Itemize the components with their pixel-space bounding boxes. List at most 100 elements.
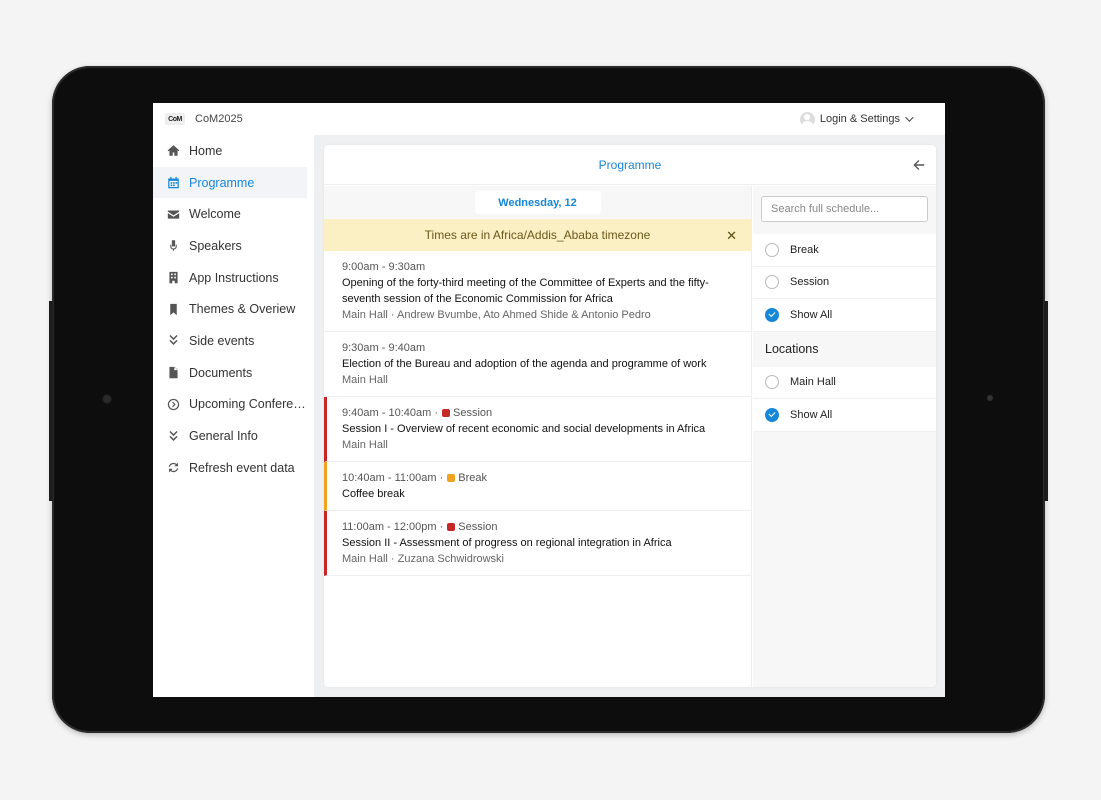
session-tag-dot <box>447 523 456 531</box>
app-title: CoM2025 <box>195 113 243 125</box>
building-icon <box>166 271 180 285</box>
arrow-circle-right-icon <box>166 397 180 411</box>
radio-unchecked-icon <box>765 275 779 290</box>
tab-wednesday-12[interactable]: Wednesday, 12 <box>474 191 601 214</box>
sidebar-item-themes[interactable]: Themes & Overiew <box>153 293 313 325</box>
filter-location-show-all[interactable]: Show All <box>753 399 936 432</box>
sidebar-item-label: App Instructions <box>189 270 279 285</box>
app-screen: CoM CoM2025 Login & Settings Home Progra… <box>153 103 945 697</box>
sidebar-item-upcoming-conferences[interactable]: Upcoming Conferences <box>153 389 313 421</box>
sidebar-item-welcome[interactable]: Welcome <box>153 198 313 230</box>
event-item[interactable]: 11:00am - 12:00pm · Session Session II -… <box>324 511 751 576</box>
event-tag: Break <box>458 472 488 484</box>
sidebar-item-label: Upcoming Conferences <box>189 397 307 412</box>
sidebar-item-documents[interactable]: Documents <box>153 357 313 389</box>
event-time-row: 11:00am - 12:00pm · Session <box>342 519 741 535</box>
sidebar: Home Programme Welcome Speakers App Inst… <box>153 135 313 697</box>
calendar-icon <box>166 176 180 190</box>
filter-label: Break <box>790 243 819 256</box>
filter-label: Show All <box>790 308 833 321</box>
sidebar-item-label: Home <box>189 143 223 158</box>
schedule-list: Wednesday, 12 Times are in Africa/Addis_… <box>324 186 752 687</box>
filter-label: Main Hall <box>790 376 836 389</box>
event-time: 9:30am - 9:40am <box>342 342 426 354</box>
locations-heading: Locations <box>765 342 819 356</box>
event-title: Session II - Assessment of progress on r… <box>342 537 672 549</box>
radio-unchecked-icon <box>765 242 779 257</box>
camera-icon <box>102 394 112 404</box>
sensor-icon <box>987 395 993 401</box>
event-item[interactable]: 9:00am - 9:30am Opening of the forty-thi… <box>324 251 751 332</box>
login-settings-label: Login & Settings <box>819 113 900 125</box>
home-icon <box>166 144 180 158</box>
day-tabs: Wednesday, 12 <box>324 186 751 219</box>
sidebar-item-home[interactable]: Home <box>153 135 313 167</box>
tablet-frame: CoM CoM2025 Login & Settings Home Progra… <box>49 66 1048 733</box>
filter-type-show-all[interactable]: Show All <box>753 299 936 332</box>
sidebar-item-app-instructions[interactable]: App Instructions <box>153 262 313 294</box>
sidebar-item-label: Themes & Overiew <box>189 302 296 317</box>
event-meta: Main Hall <box>342 374 388 386</box>
event-item[interactable]: 9:30am - 9:40am Election of the Bureau a… <box>324 332 751 397</box>
login-settings-button[interactable]: Login & Settings <box>799 111 914 127</box>
top-bar: CoM CoM2025 Login & Settings <box>153 103 945 135</box>
filter-location-main-hall[interactable]: Main Hall <box>753 366 936 399</box>
event-tag: Session <box>458 521 498 533</box>
event-title: Session I - Overview of recent economic … <box>342 423 706 435</box>
back-arrow-icon[interactable] <box>912 158 926 172</box>
event-item[interactable]: 9:40am - 10:40am · Session Session I - O… <box>324 397 751 462</box>
event-title: Opening of the forty-third meeting of th… <box>342 277 709 305</box>
event-time: 9:00am - 9:30am <box>342 261 426 273</box>
sidebar-item-label: Speakers <box>189 238 242 253</box>
event-time: 9:40am - 10:40am · <box>342 407 438 419</box>
event-time-row: 10:40am - 11:00am · Break <box>342 470 741 486</box>
session-tag-dot <box>442 409 450 417</box>
refresh-icon <box>166 461 180 475</box>
sidebar-item-label: Welcome <box>189 207 241 222</box>
checkmark-icon <box>765 307 779 322</box>
checkmark-icon <box>765 407 779 422</box>
tablet-side-button-left <box>49 301 53 501</box>
programme-header: Programme <box>324 145 936 185</box>
timezone-notice-text: Times are in Africa/Addis_Ababa timezone <box>424 228 651 242</box>
event-meta: Main Hall · Andrew Bvumbe, Ato Ahmed Shi… <box>342 309 651 321</box>
sidebar-item-label: Documents <box>189 365 253 380</box>
sidebar-item-programme[interactable]: Programme <box>153 166 307 199</box>
sidebar-item-speakers[interactable]: Speakers <box>153 230 313 262</box>
double-chevron-down-icon <box>166 334 180 348</box>
event-time: 11:00am - 12:00pm · <box>342 521 444 533</box>
timezone-notice: Times are in Africa/Addis_Ababa timezone… <box>324 219 751 251</box>
filter-panel: Break Session Show All Locations Main Ha… <box>753 186 936 687</box>
filter-label: Session <box>790 276 830 289</box>
sidebar-item-side-events[interactable]: Side events <box>153 325 313 357</box>
bookmark-icon <box>166 302 180 316</box>
event-time: 10:40am - 11:00am · <box>342 472 444 484</box>
double-chevron-down-icon <box>166 429 180 443</box>
event-item[interactable]: 10:40am - 11:00am · Break Coffee break <box>324 462 751 511</box>
page-title: Programme <box>598 157 662 172</box>
event-tag: Session <box>453 407 493 419</box>
sidebar-item-label: Refresh event data <box>189 460 295 475</box>
microphone-icon <box>166 239 180 253</box>
event-title: Coffee break <box>342 488 405 500</box>
tablet-side-button-right <box>1044 301 1048 501</box>
event-title: Election of the Bureau and adoption of t… <box>342 358 707 370</box>
sidebar-item-refresh[interactable]: Refresh event data <box>153 452 313 484</box>
event-time-row: 9:40am - 10:40am · Session <box>342 405 741 421</box>
user-avatar-icon <box>799 111 815 127</box>
chevron-down-icon <box>905 113 914 122</box>
app-logo: CoM <box>165 113 185 125</box>
sidebar-item-general-info[interactable]: General Info <box>153 420 313 452</box>
filter-type-session[interactable]: Session <box>753 266 936 299</box>
programme-card: Programme Wednesday, 12 Times are in Afr… <box>324 145 936 687</box>
break-tag-dot <box>447 474 456 482</box>
document-icon <box>166 366 180 380</box>
sidebar-item-label: Programme <box>189 175 255 190</box>
search-input[interactable] <box>761 196 928 222</box>
filter-type-break[interactable]: Break <box>753 234 936 267</box>
sidebar-item-label: General Info <box>189 429 258 444</box>
close-icon[interactable]: ✕ <box>726 228 737 244</box>
envelope-icon <box>166 207 180 221</box>
event-meta: Main Hall <box>342 439 388 451</box>
event-meta: Main Hall · Zuzana Schwidrowski <box>342 553 504 565</box>
